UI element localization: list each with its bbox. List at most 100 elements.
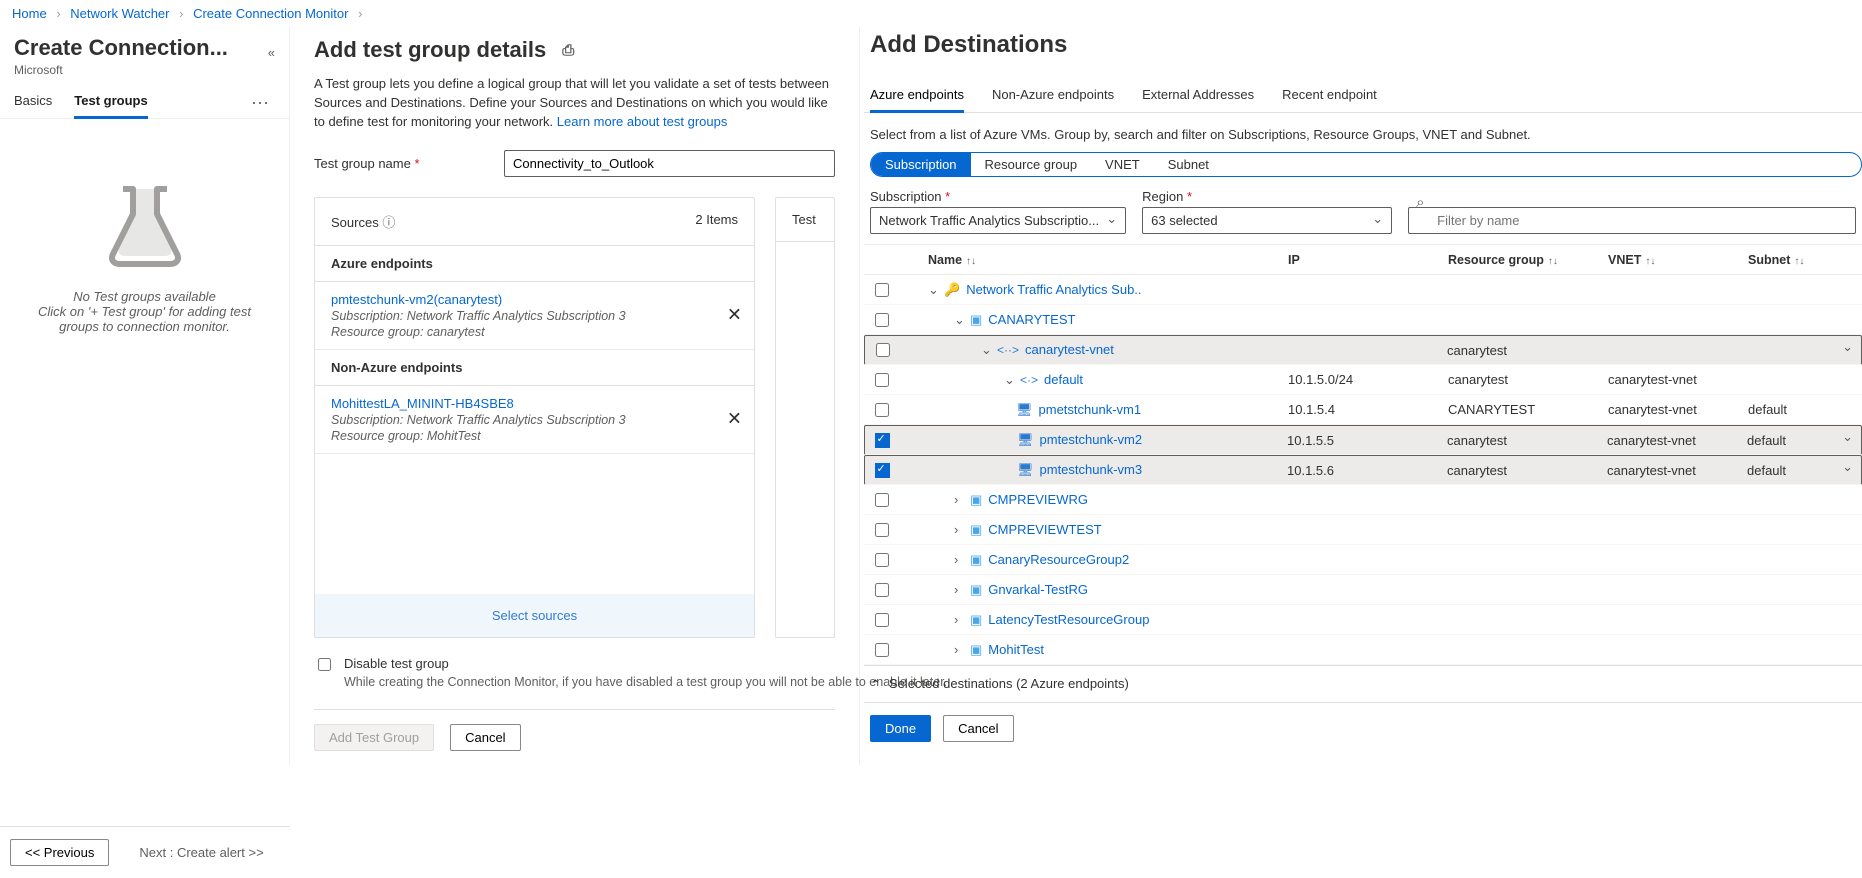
row-name[interactable]: Gnvarkal-TestRG (988, 582, 1088, 597)
resource-group-icon: ▣ (970, 312, 982, 327)
disable-test-group-checkbox[interactable] (318, 658, 331, 671)
grid-row[interactable]: ⌄ ▣ CANARYTEST (864, 305, 1862, 335)
row-checkbox[interactable] (875, 283, 889, 297)
grid-row[interactable]: ›▣CMPREVIEWRG (864, 485, 1862, 515)
row-checkbox[interactable] (875, 403, 889, 417)
source-item[interactable]: MohittestLA_MININT-HB4SBE8 Subscription:… (315, 386, 754, 454)
collapse-left-icon[interactable]: « (268, 45, 275, 60)
row-checkbox[interactable] (875, 523, 889, 537)
vm-icon: 🖥 (1016, 402, 1033, 417)
flask-icon (95, 179, 195, 269)
row-name[interactable]: Network Traffic Analytics Sub.. (966, 282, 1141, 297)
row-name[interactable]: pmtestchunk-vm3 (1040, 462, 1143, 477)
col-vnet[interactable]: VNET (1608, 253, 1641, 267)
remove-icon[interactable]: ✕ (727, 409, 742, 430)
tab-azure-endpoints[interactable]: Azure endpoints (870, 79, 964, 113)
bc-home[interactable]: Home (12, 6, 47, 21)
bc-ccm[interactable]: Create Connection Monitor (193, 6, 348, 21)
chevron-down-icon[interactable]: ⌄ (1004, 372, 1016, 388)
row-name[interactable]: pmetstchunk-vm1 (1039, 402, 1142, 417)
sort-icon[interactable]: ↑↓ (1645, 256, 1655, 267)
checkbox-checked-icon[interactable] (875, 463, 890, 478)
row-name[interactable]: pmtestchunk-vm2 (1040, 432, 1143, 447)
row-checkbox[interactable] (875, 553, 889, 567)
source-rg: Resource group: canarytest (331, 325, 738, 339)
row-name[interactable]: CANARYTEST (988, 312, 1075, 327)
row-name[interactable]: canarytest-vnet (1025, 342, 1114, 357)
select-subscription[interactable]: Network Traffic Analytics Subscriptio... (870, 207, 1126, 234)
col-rg[interactable]: Resource group (1448, 253, 1544, 267)
add-test-group-button[interactable]: Add Test Group (314, 724, 434, 751)
row-checkbox[interactable] (875, 613, 889, 627)
chevron-right-icon[interactable]: › (954, 552, 966, 567)
tab-external-addresses[interactable]: External Addresses (1142, 79, 1254, 112)
select-sources-button[interactable]: Select sources (315, 594, 754, 637)
row-name[interactable]: CanaryResourceGroup2 (988, 552, 1129, 567)
chevron-right-icon[interactable]: › (954, 642, 966, 657)
bc-nw[interactable]: Network Watcher (70, 6, 169, 21)
grid-row[interactable]: 🖥pmtestchunk-vm310.1.5.6canarytestcanary… (864, 455, 1862, 485)
tab-test-groups[interactable]: Test groups (74, 93, 147, 119)
grid-row[interactable]: ⌄🔑Network Traffic Analytics Sub.. (864, 275, 1862, 305)
grid-row[interactable]: ⌄<·>default10.1.5.0/24canarytestcanaryte… (864, 365, 1862, 395)
done-button[interactable]: Done (870, 715, 931, 742)
pill-resource-group[interactable]: Resource group (971, 153, 1092, 176)
pill-vnet[interactable]: VNET (1091, 153, 1154, 176)
sort-icon[interactable]: ↑↓ (1794, 256, 1804, 267)
row-name[interactable]: CMPREVIEWRG (988, 492, 1088, 507)
input-test-group-name[interactable] (504, 150, 835, 177)
filter-by-name-input[interactable] (1408, 207, 1856, 234)
remove-icon[interactable]: ✕ (727, 305, 742, 326)
disable-hint: While creating the Connection Monitor, i… (344, 675, 947, 689)
checkbox-checked-icon[interactable] (875, 433, 890, 448)
panel-cancel-button[interactable]: Cancel (943, 715, 1013, 742)
sort-icon[interactable]: ↑↓ (966, 256, 976, 267)
grid-row[interactable]: ›▣Gnvarkal-TestRG (864, 575, 1862, 605)
grid-row[interactable]: ›▣CMPREVIEWTEST (864, 515, 1862, 545)
row-checkbox[interactable] (875, 493, 889, 507)
chevron-down-icon[interactable]: ⌄ (981, 342, 993, 358)
tab-basics[interactable]: Basics (14, 93, 52, 118)
pill-subscription[interactable]: Subscription (871, 153, 971, 176)
source-title[interactable]: MohittestLA_MININT-HB4SBE8 (331, 396, 738, 411)
cancel-button[interactable]: Cancel (450, 724, 520, 751)
grid-row[interactable]: ›▣LatencyTestResourceGroup (864, 605, 1862, 635)
col-subnet[interactable]: Subnet (1748, 253, 1790, 267)
tab-recent-endpoint[interactable]: Recent endpoint (1282, 79, 1377, 112)
selected-destinations-toggle[interactable]: ⌃Selected destinations (2 Azure endpoint… (864, 665, 1862, 702)
row-name[interactable]: CMPREVIEWTEST (988, 522, 1101, 537)
source-item[interactable]: pmtestchunk-vm2(canarytest) Subscription… (315, 282, 754, 350)
select-region[interactable]: 63 selected (1142, 207, 1392, 234)
chevron-right-icon[interactable]: › (954, 522, 966, 537)
next-button[interactable]: Next : Create alert >> (125, 839, 277, 866)
chevron-right-icon[interactable]: › (954, 612, 966, 627)
col-name[interactable]: Name (904, 253, 962, 267)
grid-row[interactable]: ›▣CanaryResourceGroup2 (864, 545, 1862, 575)
grid-row[interactable]: ⌄<··>canarytest-vnetcanarytest (864, 335, 1862, 365)
learn-more-link[interactable]: Learn more about test groups (557, 114, 728, 129)
grid-row[interactable]: ›▣MohitTest (864, 635, 1862, 665)
chevron-down-icon[interactable]: ⌄ (954, 312, 966, 328)
row-name[interactable]: default (1044, 372, 1083, 387)
source-title[interactable]: pmtestchunk-vm2(canarytest) (331, 292, 738, 307)
info-icon[interactable]: ⓘ (382, 215, 395, 230)
row-checkbox[interactable] (876, 343, 890, 357)
row-checkbox[interactable] (875, 313, 889, 327)
previous-button[interactable]: << Previous (10, 839, 109, 866)
chevron-right-icon[interactable]: › (954, 492, 966, 507)
tab-nonazure-endpoints[interactable]: Non-Azure endpoints (992, 79, 1114, 112)
grid-row[interactable]: 🖥pmtestchunk-vm210.1.5.5canarytestcanary… (864, 425, 1862, 455)
sort-icon[interactable]: ↑↓ (1548, 256, 1558, 267)
pill-subnet[interactable]: Subnet (1154, 153, 1223, 176)
grid-row[interactable]: 🖥pmetstchunk-vm110.1.5.4CANARYTESTcanary… (864, 395, 1862, 425)
row-checkbox[interactable] (875, 583, 889, 597)
row-checkbox[interactable] (875, 643, 889, 657)
row-name[interactable]: LatencyTestResourceGroup (988, 612, 1149, 627)
row-name[interactable]: MohitTest (988, 642, 1044, 657)
row-checkbox[interactable] (875, 373, 889, 387)
chevron-right-icon[interactable]: › (954, 582, 966, 597)
print-icon[interactable]: ⎙ (562, 42, 574, 59)
more-icon[interactable]: ··· (251, 93, 275, 118)
col-ip[interactable]: IP (1288, 253, 1300, 267)
chevron-down-icon[interactable]: ⌄ (928, 282, 940, 298)
